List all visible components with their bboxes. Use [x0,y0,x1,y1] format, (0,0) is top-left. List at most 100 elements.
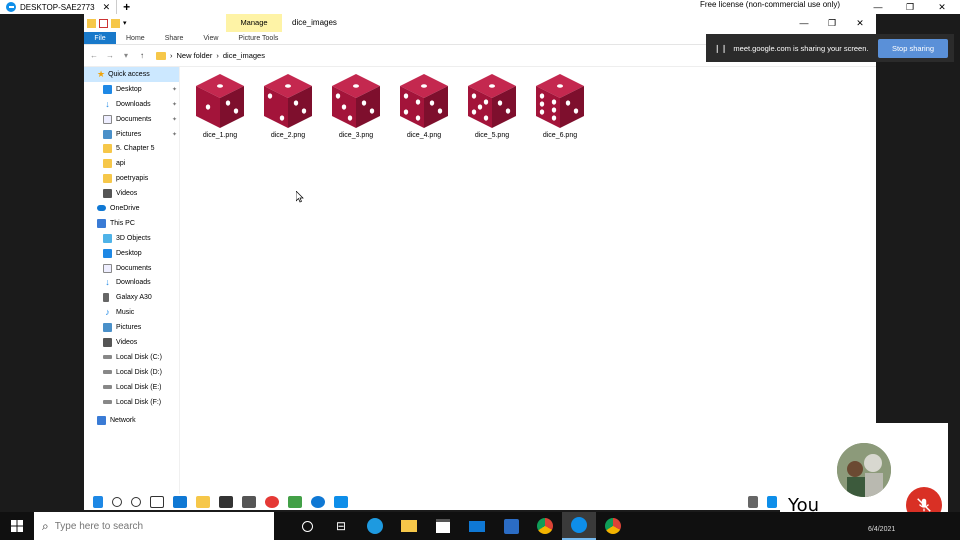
task-view-icon[interactable] [150,496,164,508]
back-arrow-icon[interactable]: ← [88,51,100,60]
tab-share[interactable]: Share [155,32,194,44]
tab-picture-tools[interactable]: Picture Tools [228,32,288,44]
nav-item-disk-f[interactable]: Local Disk (F:) [84,395,179,410]
edge-icon[interactable] [311,496,325,508]
nav-item-desktop[interactable]: Desktop ✦ [84,82,179,97]
close-tab-icon[interactable]: ✕ [103,2,111,13]
nav-item-disk-c[interactable]: Local Disk (C:) [84,350,179,365]
edge-icon[interactable] [173,496,187,508]
file-item[interactable]: dice_3.png [330,72,382,139]
cortana-icon[interactable] [131,497,141,507]
minimize-icon[interactable]: — [790,14,818,32]
nav-label: Downloads [116,100,151,108]
cortana-button[interactable] [290,512,324,540]
dice-image-thumbnail [468,74,516,128]
nav-this-pc[interactable]: This PC [84,216,179,231]
nav-item-galaxy-a30[interactable]: Galaxy A30 [84,290,179,305]
nav-item-disk-e[interactable]: Local Disk (E:) [84,380,179,395]
tray-icon[interactable] [748,496,758,508]
breadcrumb[interactable]: › New folder › dice_images [156,51,265,60]
new-tab-icon[interactable]: + [123,0,130,14]
file-explorer-button[interactable] [392,512,426,540]
file-item[interactable]: dice_5.png [466,72,518,139]
mouse-cursor-icon [296,191,304,203]
taskbar-search[interactable]: ⌕ [34,512,274,540]
chevron-right-icon: › [170,51,173,60]
word-button[interactable] [494,512,528,540]
nav-item-videos[interactable]: Videos [84,186,179,201]
file-item[interactable]: dice_2.png [262,72,314,139]
search-input[interactable] [54,520,255,532]
stop-sharing-button[interactable]: Stop sharing [878,39,948,58]
android-studio-icon[interactable] [288,496,302,508]
chrome-icon[interactable] [265,496,279,508]
manage-tab-header[interactable]: Manage [226,14,282,32]
folder-icon [87,18,96,28]
file-item[interactable]: dice_6.png [534,72,586,139]
nav-item-desktop[interactable]: Desktop [84,246,179,261]
mail-icon[interactable] [242,496,256,508]
session-tab[interactable]: DESKTOP-SAE2773 ✕ [20,0,118,14]
nav-onedrive[interactable]: OneDrive [84,201,179,216]
file-explorer-icon[interactable] [196,496,210,508]
nav-label: OneDrive [110,204,140,212]
forward-arrow-icon[interactable]: → [104,51,116,60]
task-view-button[interactable]: ⊟ [324,512,358,540]
breadcrumb-item[interactable]: dice_images [223,51,265,60]
nav-item-videos[interactable]: Videos [84,335,179,350]
nav-item-downloads[interactable]: ↓ Downloads [84,275,179,290]
nav-item-documents[interactable]: Documents [84,261,179,276]
close-icon[interactable]: ✕ [846,14,874,32]
windows-start-icon[interactable] [93,496,103,508]
up-arrow-icon[interactable]: ↑ [136,51,148,60]
nav-item-chapter5[interactable]: 5. Chapter 5 [84,141,179,156]
nav-item-pictures[interactable]: Pictures [84,320,179,335]
properties-icon[interactable] [99,18,108,28]
file-name: dice_3.png [338,132,374,139]
file-explorer-icon [401,520,417,532]
recent-locations-icon[interactable]: ▾ [120,51,132,60]
store-icon[interactable] [219,496,233,508]
file-item[interactable]: dice_1.png [194,72,246,139]
edge-button[interactable] [358,512,392,540]
desktop-icon [103,248,112,258]
chrome-button[interactable] [528,512,562,540]
nav-item-disk-d[interactable]: Local Disk (D:) [84,365,179,380]
breadcrumb-item[interactable]: New folder [177,51,213,60]
nav-item-3d-objects[interactable]: 3D Objects [84,231,179,246]
cube-icon [103,233,112,243]
drag-handle-icon[interactable]: ❙❙ [714,44,727,53]
chrome-button[interactable] [596,512,630,540]
close-icon[interactable]: ✕ [926,0,958,14]
nav-item-downloads[interactable]: ↓ Downloads ✦ [84,97,179,112]
store-button[interactable] [426,512,460,540]
tab-file[interactable]: File [84,32,116,44]
nav-label: Music [116,309,135,317]
phone-icon [103,293,109,303]
nav-item-poetryapis[interactable]: poetryapis [84,171,179,186]
file-item[interactable]: dice_4.png [398,72,450,139]
search-icon[interactable] [112,497,122,507]
teamviewer-button[interactable] [562,512,596,540]
mail-button[interactable] [460,512,494,540]
nav-item-pictures[interactable]: Pictures ✦ [84,127,179,142]
nav-item-documents[interactable]: Documents ✦ [84,112,179,127]
teamviewer-icon[interactable] [334,496,348,508]
maximize-icon[interactable]: ❐ [818,14,846,32]
nav-item-api[interactable]: api [84,156,179,171]
minimize-icon[interactable]: — [862,0,894,14]
nav-network[interactable]: Network [84,413,179,428]
network-icon [97,416,106,426]
restore-icon[interactable]: ❐ [894,0,926,14]
tab-home[interactable]: Home [116,32,155,44]
tray-icon[interactable] [767,496,777,508]
tab-view[interactable]: View [193,32,228,44]
navigation-pane: ★ Quick access Desktop ✦ ↓ Downloads ✦ Docu… [84,67,180,494]
file-grid: dice_1.png dice_2.png dice_3.png dice_4.png… [194,72,586,139]
customize-qa-icon[interactable]: ▾ [123,19,132,28]
new-folder-icon[interactable] [111,18,120,28]
nav-quick-access[interactable]: ★ Quick access [84,67,179,82]
pin-icon: ✦ [171,131,177,138]
nav-item-music[interactable]: ♪ Music [84,305,179,320]
start-button[interactable] [0,512,34,540]
